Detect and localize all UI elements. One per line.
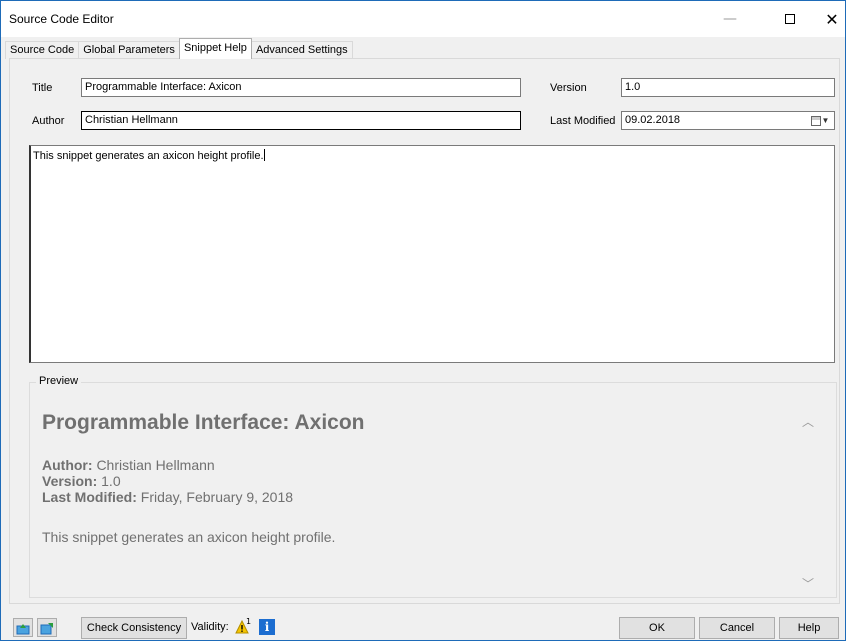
warning-indicator[interactable]: 1 <box>235 617 252 634</box>
preview-legend: Preview <box>36 375 82 387</box>
preview-metadata: Author: Christian Hellmann Version: 1.0 … <box>42 457 293 505</box>
text-cursor <box>263 149 265 161</box>
maximize-icon <box>785 14 795 24</box>
author-field[interactable]: Christian Hellmann <box>81 111 521 130</box>
import-button[interactable] <box>13 618 33 637</box>
chevron-down-icon: ﹀ <box>801 576 814 591</box>
calendar-dropdown-button[interactable]: ▼ <box>808 113 832 128</box>
source-code-editor-window: Source Code Editor — ✕ Source Code Globa… <box>0 0 846 641</box>
last-modified-label: Last Modified <box>550 115 616 127</box>
last-modified-value: 09.02.2018 <box>625 114 681 126</box>
bottom-toolbar: Check Consistency Validity: 1 i OK Cance… <box>9 616 839 639</box>
close-icon: ✕ <box>825 9 839 29</box>
preview-author-label: Author: <box>42 457 93 473</box>
scroll-up-button[interactable]: ︿ <box>800 413 816 429</box>
minimize-icon: — <box>723 11 737 27</box>
title-label: Title <box>32 82 53 94</box>
help-button[interactable]: Help <box>779 617 839 639</box>
version-label: Version <box>550 82 587 94</box>
help-text-editor[interactable]: This snippet generates an axicon height … <box>29 145 835 363</box>
maximize-button[interactable] <box>767 1 813 37</box>
last-modified-datepicker[interactable]: 09.02.2018 ▼ <box>621 111 835 130</box>
chevron-up-icon: ︿ <box>801 414 814 429</box>
calendar-icon <box>810 115 821 126</box>
ok-button[interactable]: OK <box>619 617 695 639</box>
editor-text: This snippet generates an axicon height … <box>33 150 264 162</box>
version-field[interactable]: 1.0 <box>621 78 835 97</box>
tab-source-code[interactable]: Source Code <box>5 41 80 59</box>
minimize-button[interactable]: — <box>707 1 753 37</box>
tab-advanced-settings[interactable]: Advanced Settings <box>250 41 353 59</box>
import-icon <box>16 623 30 634</box>
tab-global-parameters[interactable]: Global Parameters <box>78 41 180 59</box>
scroll-down-button[interactable]: ﹀ <box>800 575 816 591</box>
preview-author-value: Christian Hellmann <box>96 457 215 473</box>
preview-groupbox: Preview Programmable Interface: Axicon A… <box>29 375 837 598</box>
warning-count: 1 <box>246 617 252 626</box>
window-title: Source Code Editor <box>9 12 114 26</box>
title-field[interactable]: Programmable Interface: Axicon <box>81 78 521 97</box>
check-consistency-button[interactable]: Check Consistency <box>81 617 187 639</box>
author-label: Author <box>32 115 65 127</box>
chevron-down-icon: ▼ <box>821 116 830 125</box>
preview-pane: Programmable Interface: Axicon Author: C… <box>34 393 818 593</box>
preview-version-label: Version: <box>42 473 98 489</box>
preview-modified-label: Last Modified: <box>42 489 137 505</box>
preview-title: Programmable Interface: Axicon <box>42 411 365 434</box>
export-button[interactable] <box>37 618 57 637</box>
export-icon <box>40 622 53 634</box>
tab-snippet-help[interactable]: Snippet Help <box>178 38 252 59</box>
preview-version-value: 1.0 <box>101 473 121 489</box>
preview-modified-value: Friday, February 9, 2018 <box>140 489 294 505</box>
cancel-button[interactable]: Cancel <box>699 617 775 639</box>
preview-description: This snippet generates an axicon height … <box>42 529 336 545</box>
title-bar: Source Code Editor — ✕ <box>1 1 845 37</box>
info-icon[interactable]: i <box>259 619 275 635</box>
close-button[interactable]: ✕ <box>809 1 846 37</box>
tab-strip: Source Code Global Parameters Snippet He… <box>5 38 353 59</box>
validity-label: Validity: <box>191 621 229 633</box>
